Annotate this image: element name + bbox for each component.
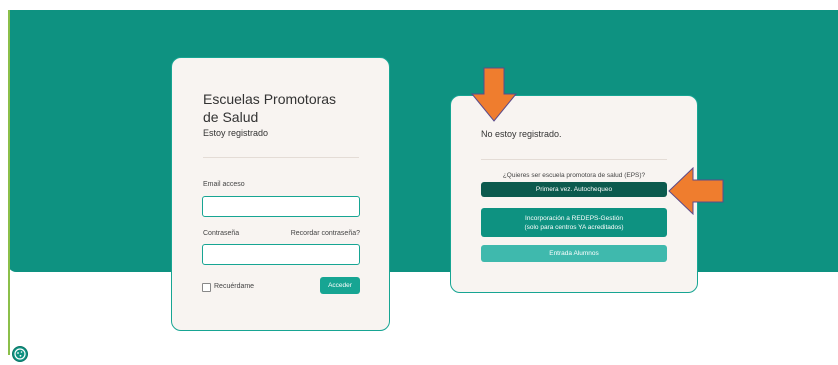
email-field[interactable] [202, 196, 360, 217]
login-card: Escuelas Promotoras de Salud Estoy regis… [171, 57, 390, 331]
eps-question: ¿Quieres ser escuela promotora de salud … [502, 172, 646, 179]
incorporation-line-1: Incorporación a REDEPS-Gestión [525, 214, 623, 222]
left-accent-line [8, 10, 10, 355]
top-strip [0, 0, 838, 10]
remember-checkbox[interactable] [202, 283, 211, 292]
first-time-autocheck-button[interactable]: Primera vez. Autochequeo [481, 182, 667, 197]
register-card: No estoy registrado. ¿Quieres ser escuel… [450, 95, 698, 293]
incorporation-line-2: (solo para centros YA acreditados) [524, 223, 624, 231]
register-divider [481, 159, 667, 160]
password-field[interactable] [202, 244, 360, 265]
login-submit-button[interactable]: Acceder [320, 277, 360, 294]
login-divider [203, 157, 359, 158]
remember-label: Recuérdame [214, 283, 255, 290]
arrow-left-icon [668, 167, 724, 215]
forgot-password-link[interactable]: Recordar contraseña? [289, 230, 360, 237]
cookie-icon[interactable] [12, 346, 28, 362]
login-title: Escuelas Promotoras de Salud [203, 91, 337, 125]
login-subtitle: Estoy registrado [203, 128, 269, 138]
register-title: No estoy registrado. [481, 129, 562, 139]
password-label: Contraseña [203, 230, 240, 237]
redeps-incorporation-button[interactable]: Incorporación a REDEPS-Gestión (solo par… [481, 208, 667, 237]
students-entry-button[interactable]: Entrada Alumnos [481, 245, 667, 262]
arrow-down-icon [471, 67, 517, 122]
email-label: Email acceso [203, 181, 245, 188]
hero-background [8, 10, 838, 272]
